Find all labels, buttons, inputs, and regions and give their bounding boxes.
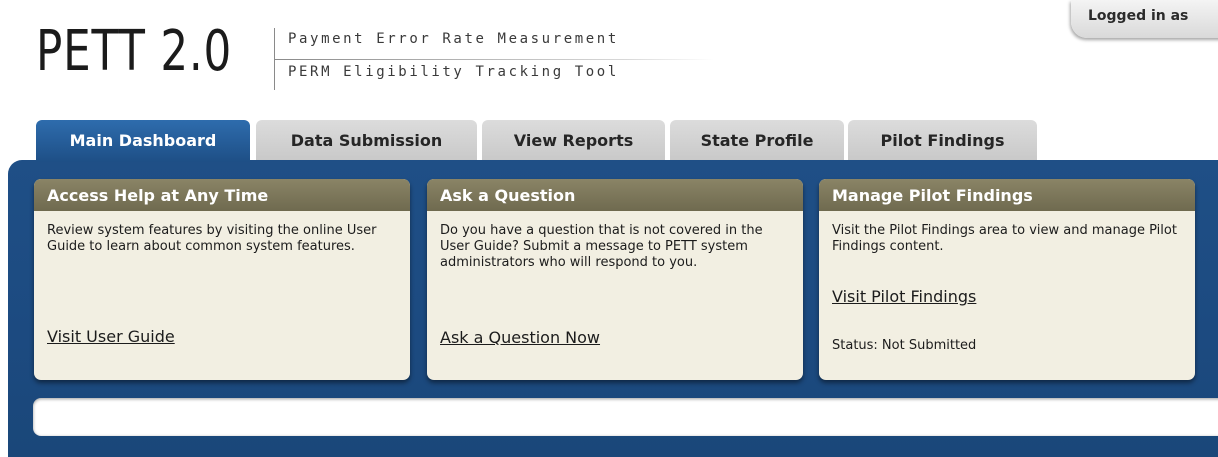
help-card: Access Help at Any Time Review system fe… [34, 179, 410, 380]
pilot-findings-card-body: Visit the Pilot Findings area to view an… [832, 223, 1177, 254]
tab-state-profile[interactable]: State Profile [670, 120, 844, 160]
tab-pilot-findings[interactable]: Pilot Findings [848, 120, 1037, 160]
tab-view-reports[interactable]: View Reports [482, 120, 665, 160]
user-login-tab[interactable]: Logged in as [1071, 0, 1218, 38]
help-card-body: Review system features by visiting the o… [47, 223, 377, 254]
message-bar [33, 398, 1218, 436]
tab-data-submission[interactable]: Data Submission [256, 120, 477, 160]
page: PETT 2.0 Payment Error Rate Measurement … [0, 0, 1218, 457]
pilot-findings-card: Manage Pilot Findings Visit the Pilot Fi… [819, 179, 1195, 380]
pilot-findings-card-title: Manage Pilot Findings [819, 179, 1195, 211]
question-card-title: Ask a Question [427, 179, 803, 211]
help-card-title: Access Help at Any Time [34, 179, 410, 211]
logo-rule [274, 59, 714, 60]
question-card-body: Do you have a question that is not cover… [440, 223, 763, 270]
visit-pilot-findings-link[interactable]: Visit Pilot Findings [832, 287, 976, 306]
ask-question-link[interactable]: Ask a Question Now [440, 328, 600, 347]
visit-user-guide-link[interactable]: Visit User Guide [47, 327, 175, 346]
pilot-findings-status: Status: Not Submitted [832, 338, 977, 353]
tab-main-dashboard[interactable]: Main Dashboard [36, 120, 250, 162]
question-card: Ask a Question Do you have a question th… [427, 179, 803, 380]
logged-in-label: Logged in as [1088, 8, 1189, 24]
logo-mark: PETT 2.0 [36, 19, 233, 84]
logo-tagline-2: PERM Eligibility Tracking Tool [288, 64, 619, 80]
logo-tagline-1: Payment Error Rate Measurement [288, 31, 619, 47]
